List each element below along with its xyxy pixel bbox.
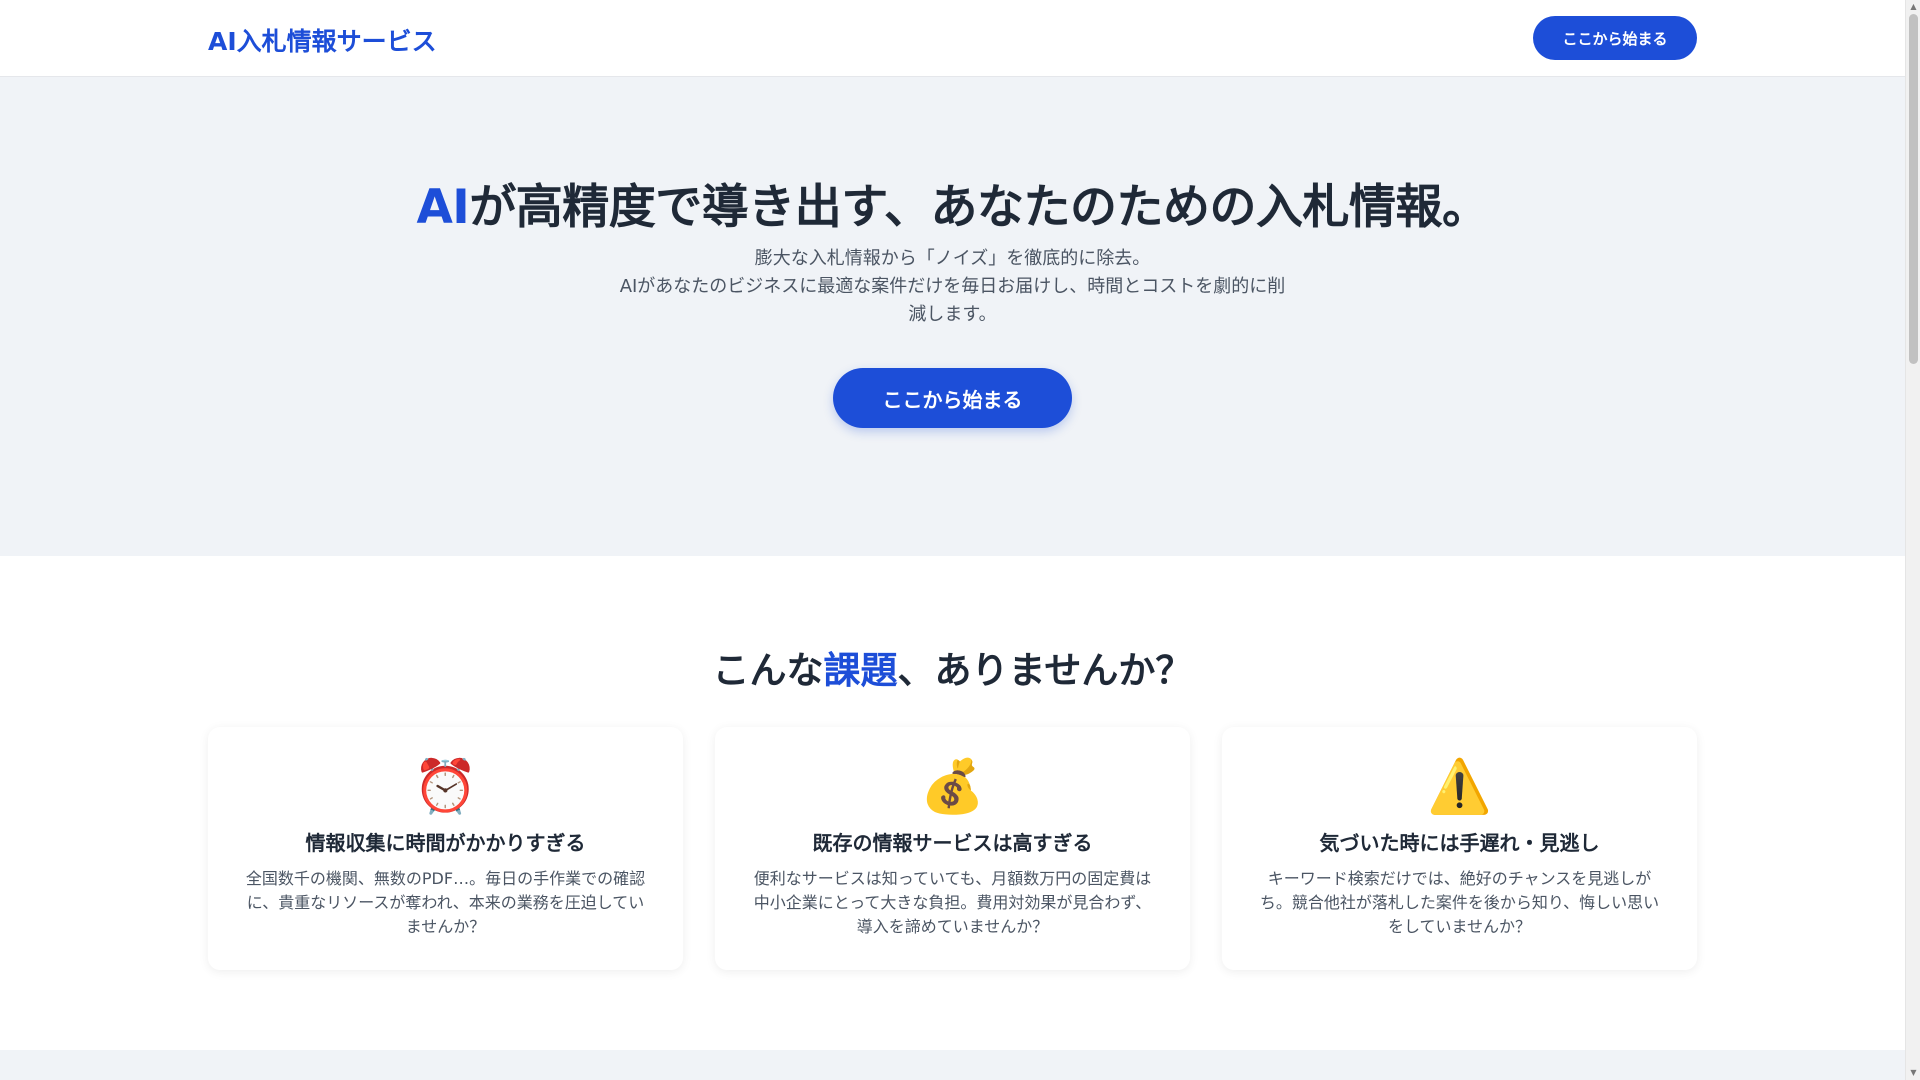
site-header: AI入札情報サービス ここから始まる [0, 0, 1905, 77]
problem-card-time: ⏰ 情報収集に時間がかかりすぎる 全国数千の機関、無数のPDF…。毎日の手作業で… [208, 727, 683, 970]
money-bag-icon: 💰 [920, 757, 985, 817]
header-start-button[interactable]: ここから始まる [1533, 16, 1697, 60]
scroll-up-arrow-icon[interactable]: ▲ [1906, 0, 1920, 14]
problem-card-desc: 全国数千の機関、無数のPDF…。毎日の手作業での確認に、貴重なリソースが奪われ、… [245, 869, 646, 936]
scroll-down-arrow-icon[interactable]: ▼ [1906, 1066, 1920, 1080]
hero-section: AIが高精度で導き出す、あなたのための入札情報。 膨大な入札情報から「ノイズ」を… [0, 77, 1905, 556]
problem-card-missed: ⚠️ 気づいた時には手遅れ・見逃し キーワード検索だけでは、絶好のチャンスを見逃… [1222, 727, 1697, 970]
problem-card-desc: キーワード検索だけでは、絶好のチャンスを見逃しがち。競合他社が落札した案件を後か… [1259, 869, 1660, 936]
problems-title: こんな課題、ありませんか？ [0, 640, 1905, 694]
hero-subtitle: 膨大な入札情報から「ノイズ」を徹底的に除去。 AIがあなたのビジネスに最適な案件… [612, 245, 1293, 329]
page: AI入札情報サービス ここから始まる AIが高精度で導き出す、あなたのための入札… [0, 0, 1905, 1080]
problems-title-pre: こんな [712, 649, 824, 692]
hero-title-accent: AI [416, 180, 470, 235]
problem-card-title: 気づいた時には手遅れ・見逃し [1319, 831, 1600, 855]
warning-icon: ⚠️ [1427, 757, 1492, 817]
hero-subtitle-line2: AIがあなたのビジネスに最適な案件だけを毎日お届けし、時間とコストを劇的に削減し… [619, 276, 1286, 325]
hero-subtitle-line1: 膨大な入札情報から「ノイズ」を徹底的に除去。 [754, 248, 1151, 269]
hero-start-button[interactable]: ここから始まる [833, 368, 1072, 428]
alarm-clock-icon: ⏰ [413, 757, 478, 817]
hero-title: AIが高精度で導き出す、あなたのための入札情報。 [0, 168, 1905, 237]
site-logo[interactable]: AI入札情報サービス [208, 22, 437, 58]
problem-card-title: 情報収集に時間がかかりすぎる [305, 831, 586, 855]
problems-title-accent: 課題 [823, 649, 898, 692]
problems-title-post: 、ありませんか？ [897, 649, 1193, 692]
problem-card-cost: 💰 既存の情報サービスは高すぎる 便利なサービスは知っていても、月額数万円の固定… [715, 727, 1190, 970]
page-scrollbar[interactable]: ▲ ▼ [1905, 0, 1920, 1080]
hero-title-rest: が高精度で導き出す、あなたのための入札情報。 [469, 180, 1489, 235]
problem-card-title: 既存の情報サービスは高すぎる [812, 831, 1093, 855]
scrollbar-thumb[interactable] [1909, 14, 1918, 364]
problem-card-desc: 便利なサービスは知っていても、月額数万円の固定費は中小企業にとって大きな負担。費… [753, 869, 1152, 936]
next-section-band [0, 1050, 1905, 1080]
